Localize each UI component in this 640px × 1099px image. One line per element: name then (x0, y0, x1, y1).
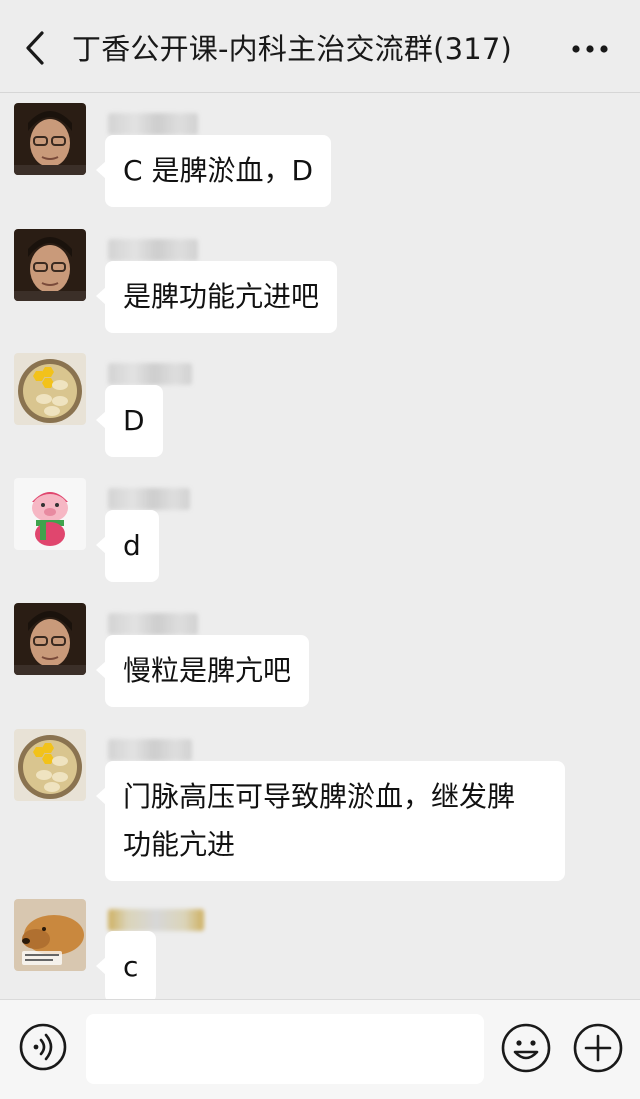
message-bubble[interactable]: 是脾功能亢进吧 (95, 261, 338, 333)
avatar[interactable] (14, 229, 86, 301)
blurred-nickname (108, 488, 190, 510)
dumplings-bowl-avatar (14, 729, 86, 801)
message-text: c (123, 950, 139, 983)
more-functions-button[interactable] (572, 1022, 624, 1074)
message-text: C 是脾淤血，D (123, 154, 314, 187)
man-portrait-avatar (14, 103, 86, 175)
voice-button[interactable] (18, 1022, 68, 1072)
blurred-nickname (108, 739, 192, 761)
more-dots-icon (572, 45, 608, 53)
avatar[interactable] (14, 353, 86, 425)
message-bubble[interactable]: d (96, 510, 159, 582)
avatar[interactable] (14, 899, 86, 971)
message-text: D (123, 404, 145, 437)
message-bubble[interactable]: 门脉高压可导致脾淤血，继发脾 功能亢进 (96, 761, 565, 881)
message-text-line: 功能亢进 (123, 828, 236, 861)
back-button[interactable] (18, 30, 54, 66)
blurred-nickname (108, 613, 198, 635)
emoji-icon (501, 1023, 551, 1073)
blurred-nickname (108, 113, 198, 135)
message-text-line: 门脉高压可导致脾淤血，继发脾 (123, 780, 516, 813)
chevron-left-icon (26, 31, 44, 65)
message-bubble[interactable]: c (95, 931, 157, 999)
voice-icon (19, 1023, 67, 1071)
pig-doll-avatar (14, 478, 86, 550)
blurred-nickname (108, 363, 192, 385)
chat-title: 丁香公开课-内科主治交流群(317) (72, 32, 513, 66)
message-bubble[interactable]: 慢粒是脾亢吧 (95, 635, 310, 707)
avatar[interactable] (14, 603, 86, 675)
message-text: d (123, 529, 141, 562)
message-text: 是脾功能亢进吧 (123, 280, 320, 313)
message-text: 慢粒是脾亢吧 (123, 654, 292, 687)
emoji-button[interactable] (500, 1022, 552, 1074)
avatar[interactable] (14, 103, 86, 175)
message-input[interactable] (86, 1014, 484, 1084)
message-bubble[interactable]: D (96, 385, 163, 457)
plus-circle-icon (573, 1023, 623, 1073)
input-bar (0, 999, 640, 1099)
dog-avatar (14, 899, 86, 971)
man-portrait-avatar (14, 603, 86, 675)
man-portrait-avatar (14, 229, 86, 301)
blurred-nickname (108, 239, 198, 261)
blurred-nickname (108, 909, 204, 931)
message-list[interactable]: C 是脾淤血，D 是脾功能亢进吧 D d 慢粒是脾亢吧 门脉高压可导致脾淤血，继… (0, 93, 640, 999)
more-button[interactable] (570, 34, 610, 64)
avatar[interactable] (14, 478, 86, 550)
chat-header: 丁香公开课-内科主治交流群(317) (0, 0, 640, 93)
message-bubble[interactable]: C 是脾淤血，D (95, 135, 332, 207)
dumplings-bowl-avatar (14, 353, 86, 425)
avatar[interactable] (14, 729, 86, 801)
